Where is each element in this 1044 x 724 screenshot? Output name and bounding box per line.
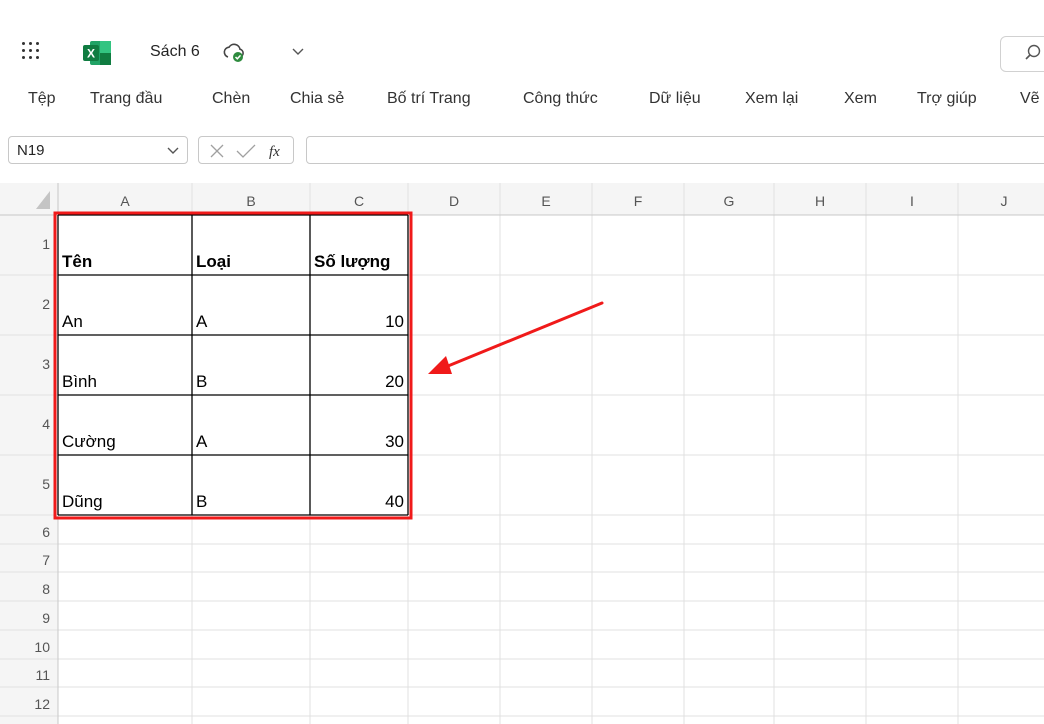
spreadsheet-grid: A B C D E F G H I J 1 2 3 4 5 6 7 8 9 10 11 12 Tên Loại Số lượng…	[0, 173, 1044, 724]
row-header-9[interactable]: 9	[42, 610, 50, 626]
chevron-down-icon[interactable]	[167, 147, 179, 155]
column-header-E[interactable]: E	[541, 193, 550, 209]
waffle-dot	[22, 42, 25, 45]
waffle-dot	[36, 56, 39, 59]
ribbon-tabs: Tệp Trang đầu Chèn Chia sẻ Bố trí Trang Công …	[0, 84, 1044, 116]
formula-bar: N19 fx	[0, 133, 1044, 167]
tab-7[interactable]: Dữ liệu	[649, 90, 701, 108]
table-cell[interactable]: 40	[385, 492, 404, 511]
formula-input[interactable]	[306, 136, 1044, 164]
formula-actions: fx	[198, 136, 294, 164]
table-header-cell[interactable]: Loại	[196, 252, 231, 271]
waffle-dot	[22, 56, 25, 59]
row-header-3[interactable]: 3	[42, 356, 50, 372]
table-cell[interactable]: A	[196, 432, 208, 451]
tab-11[interactable]: Vẽ	[1020, 90, 1040, 108]
row-header-11[interactable]: 11	[35, 667, 50, 683]
table-cell[interactable]: 30	[385, 432, 404, 451]
chevron-down-icon[interactable]	[292, 48, 304, 56]
title-bar: X Sách 6	[0, 12, 1044, 74]
insert-function-icon[interactable]: fx	[269, 144, 280, 160]
waffle-dot	[36, 49, 39, 52]
tab-6[interactable]: Công thức	[523, 90, 598, 108]
waffle-dot	[29, 49, 32, 52]
table-cell[interactable]: Cường	[62, 432, 116, 451]
row-header-5[interactable]: 5	[42, 476, 50, 492]
column-header-J[interactable]: J	[1001, 193, 1008, 209]
column-header-F[interactable]: F	[634, 193, 643, 209]
table-cell[interactable]: Dũng	[62, 492, 103, 511]
table-cell[interactable]: B	[196, 372, 207, 391]
tab-4[interactable]: Chia sẻ	[290, 90, 344, 108]
row-header-10[interactable]: 10	[34, 639, 50, 655]
table-cell[interactable]: Bình	[62, 372, 97, 391]
tab-5[interactable]: Bố trí Trang	[387, 90, 471, 108]
tab-2[interactable]: Trang đầu	[90, 90, 162, 108]
tab-9[interactable]: Xem	[844, 90, 877, 108]
column-header-C[interactable]: C	[354, 193, 364, 209]
cell-reference: N19	[17, 142, 45, 159]
table-cell[interactable]: A	[196, 312, 208, 331]
table-cell[interactable]: 20	[385, 372, 404, 391]
row-header-6[interactable]: 6	[42, 524, 50, 540]
waffle-dot	[29, 56, 32, 59]
table-header-cell[interactable]: Số lượng	[314, 252, 390, 271]
grid-canvas: A B C D E F G H I J123456789101112Tên Loại Số lượng…	[0, 183, 1044, 724]
column-header-D[interactable]: D	[449, 193, 459, 209]
waffle-dot	[22, 49, 25, 52]
app-launcher-icon[interactable]	[20, 40, 42, 62]
column-header-B[interactable]: B	[246, 193, 255, 209]
table-cell[interactable]: An	[62, 312, 83, 331]
tab-1[interactable]: Tệp	[28, 90, 56, 108]
column-header-bar	[0, 183, 1044, 215]
name-box[interactable]: N19	[8, 136, 188, 164]
row-header-7[interactable]: 7	[42, 552, 50, 568]
table-cell[interactable]: B	[196, 492, 207, 511]
table-header-cell[interactable]: Tên	[62, 252, 92, 271]
document-title[interactable]: Sách 6	[150, 43, 200, 61]
confirm-icon[interactable]	[236, 144, 256, 158]
column-header-H[interactable]: H	[815, 193, 825, 209]
tab-10[interactable]: Trợ giúp	[917, 90, 977, 108]
excel-logo-icon: X	[83, 41, 111, 65]
search-icon[interactable]	[1024, 44, 1042, 62]
waffle-dot	[29, 42, 32, 45]
row-header-12[interactable]: 12	[34, 696, 50, 712]
row-header-2[interactable]: 2	[42, 296, 50, 312]
cancel-icon[interactable]	[210, 144, 224, 158]
annotation-arrow-head	[428, 356, 452, 374]
row-header-8[interactable]: 8	[42, 581, 50, 597]
row-header-4[interactable]: 4	[42, 416, 50, 432]
formula-action-icons: fx	[210, 144, 280, 160]
waffle-dot	[36, 42, 39, 45]
tab-3[interactable]: Chèn	[212, 90, 250, 108]
column-header-I[interactable]: I	[910, 193, 914, 209]
column-header-G[interactable]: G	[724, 193, 735, 209]
tab-8[interactable]: Xem lại	[745, 90, 798, 108]
cloud-saved-icon[interactable]	[222, 40, 246, 64]
column-header-A[interactable]: A	[120, 193, 130, 209]
table-cell[interactable]: 10	[385, 312, 404, 331]
excel-logo-letter: X	[87, 47, 95, 61]
row-header-1[interactable]: 1	[42, 236, 50, 252]
